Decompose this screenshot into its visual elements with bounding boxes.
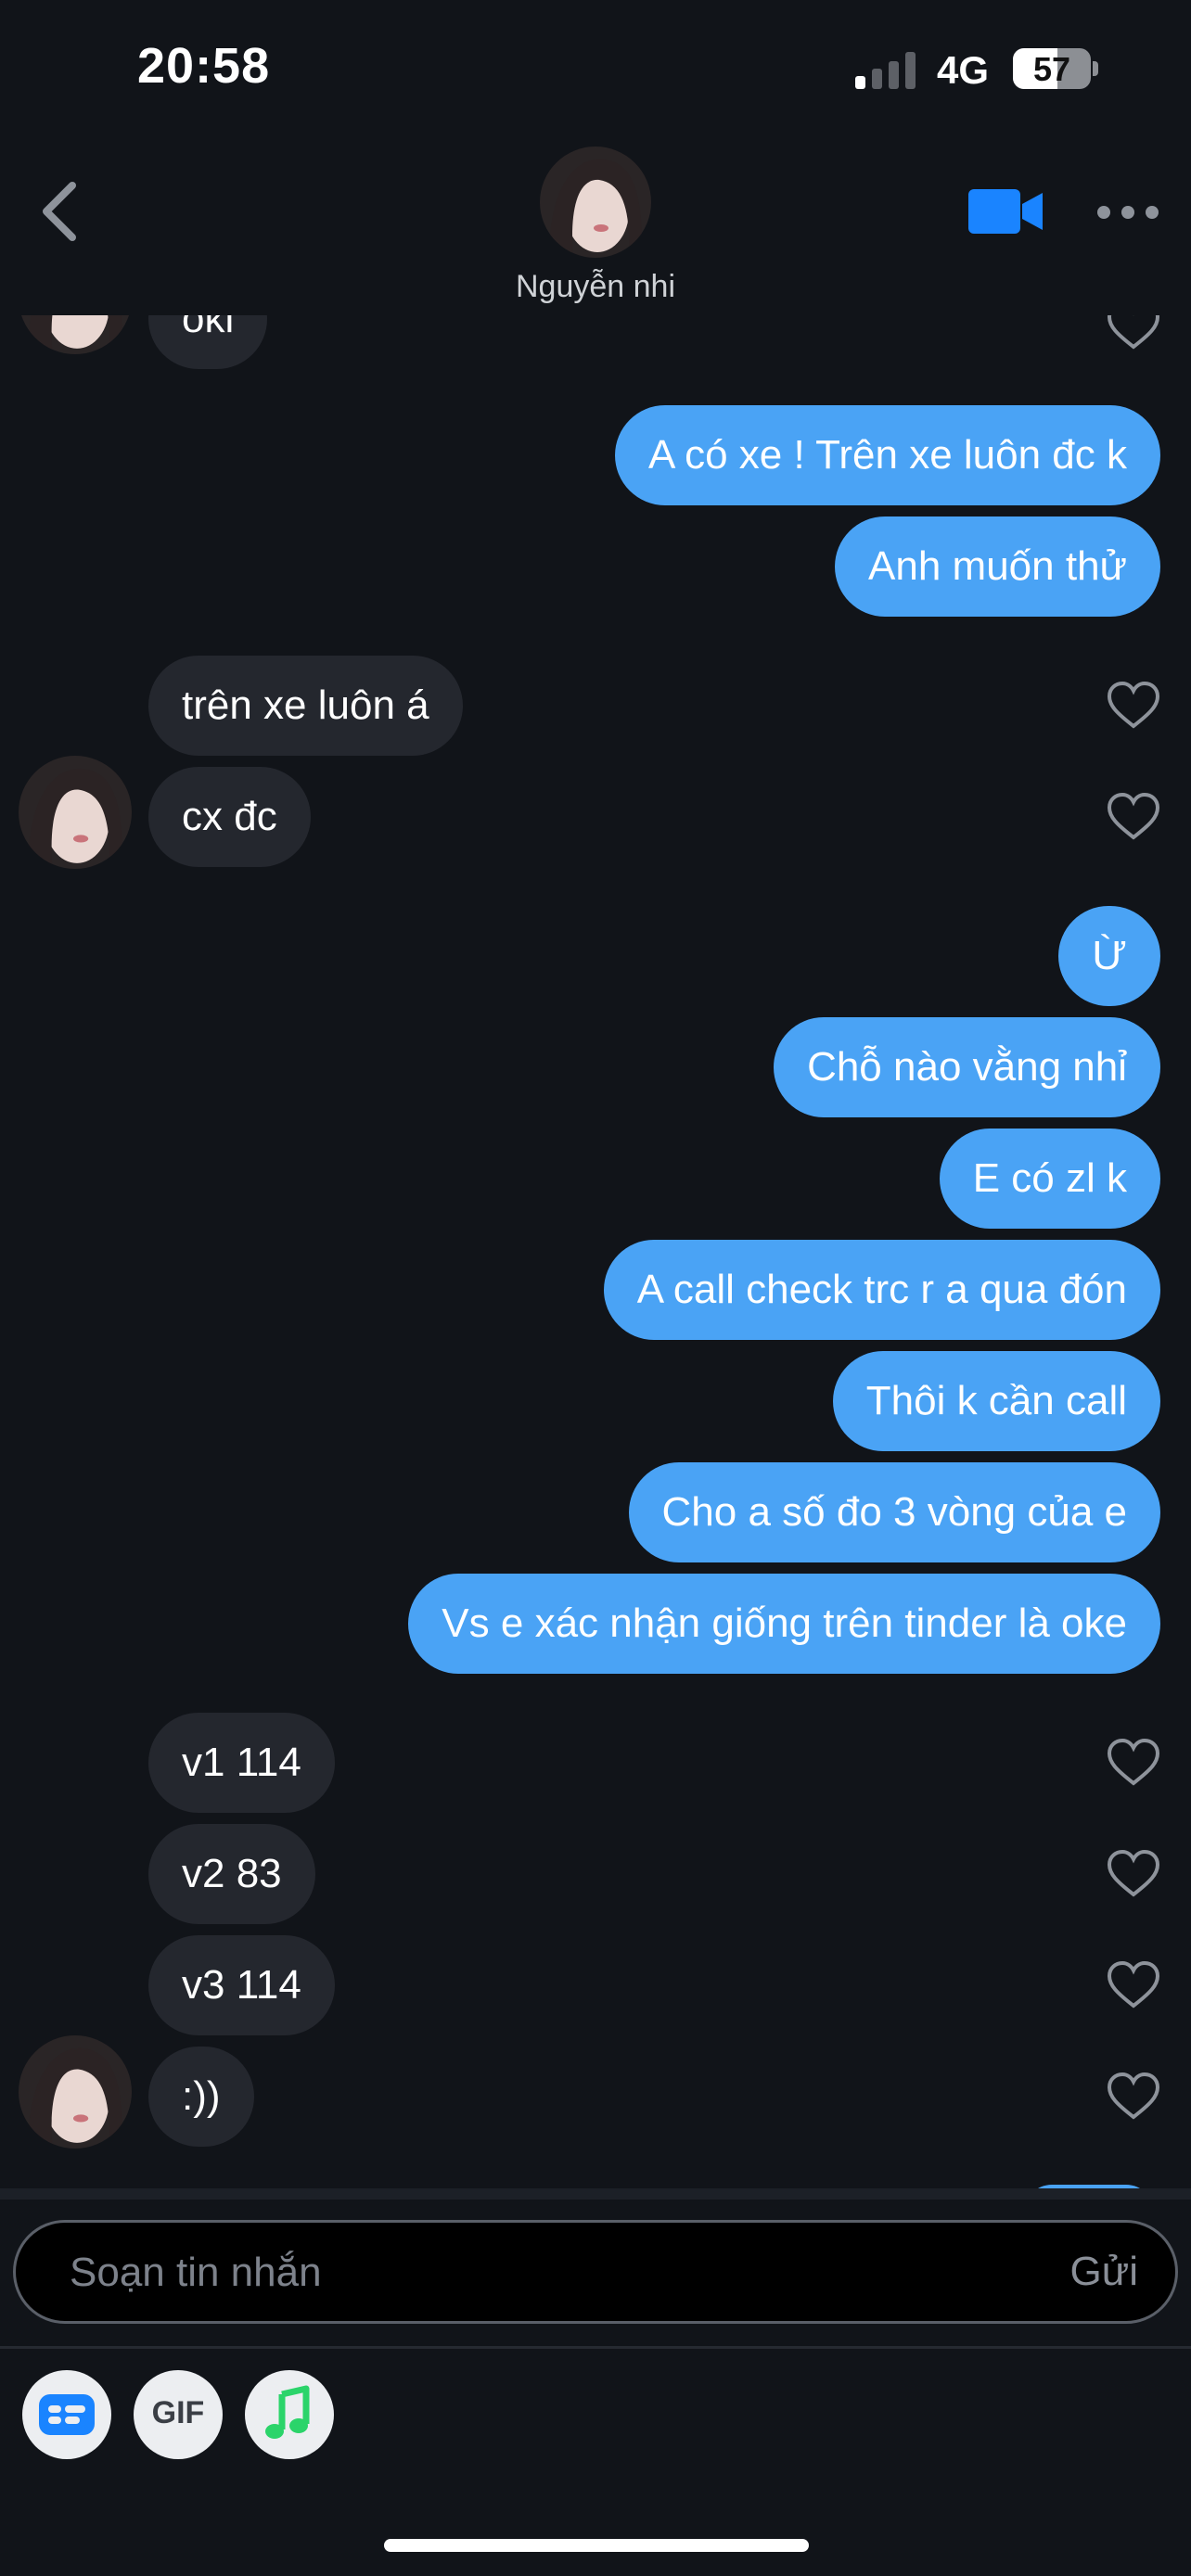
outgoing-message[interactable]: Vs e xác nhận giống trên tinder là oke <box>408 1574 1160 1674</box>
message-input[interactable] <box>68 2223 906 2323</box>
incoming-message[interactable]: :)) <box>148 2047 254 2147</box>
contact-avatar-small[interactable] <box>19 756 132 869</box>
card-icon <box>39 2394 95 2435</box>
incoming-message[interactable]: v3 114 <box>148 1935 335 2035</box>
incoming-message[interactable]: cx đc <box>148 767 311 867</box>
outgoing-message[interactable]: A call check trc r a qua đón <box>603 1240 1160 1340</box>
incoming-message[interactable]: trên xe luôn á <box>148 656 463 756</box>
chat-divider <box>0 2188 1191 2200</box>
outgoing-message[interactable]: Anh muốn thử <box>835 516 1160 617</box>
music-button[interactable] <box>245 2370 334 2459</box>
outgoing-message[interactable]: Ừ <box>1058 906 1160 1006</box>
heart-icon[interactable] <box>1106 1959 1161 2011</box>
heart-icon[interactable] <box>1106 315 1161 352</box>
home-indicator[interactable] <box>384 2539 809 2552</box>
heart-icon[interactable] <box>1106 1848 1161 1900</box>
incoming-message[interactable]: oki <box>148 315 268 369</box>
status-bar: 20:58 4G 57 <box>0 0 1191 139</box>
battery-tip <box>1093 61 1098 76</box>
avatar-image <box>19 2035 132 2149</box>
more-horizontal-icon <box>1097 206 1159 219</box>
sticker-button[interactable] <box>22 2370 111 2459</box>
gif-button[interactable]: GIF <box>134 2370 223 2459</box>
outgoing-message[interactable]: Cho a số đo 3 vòng của e <box>628 1462 1160 1562</box>
heart-icon[interactable] <box>1106 2071 1161 2123</box>
avatar-image <box>19 315 132 354</box>
incoming-message[interactable]: v2 83 <box>148 1824 315 1924</box>
more-options-button[interactable] <box>1095 198 1161 226</box>
video-camera-icon <box>968 189 1043 234</box>
outgoing-message[interactable]: A có xe ! Trên xe luôn đc k <box>614 405 1160 505</box>
toolbar-divider <box>0 2346 1191 2349</box>
heart-icon[interactable] <box>1106 791 1161 843</box>
battery-icon: 57 <box>1013 48 1091 89</box>
status-time: 20:58 <box>137 38 271 94</box>
heart-icon[interactable] <box>1106 680 1161 732</box>
outgoing-message[interactable]: E có zl k <box>939 1129 1160 1229</box>
signal-icon <box>855 52 920 89</box>
heart-icon[interactable] <box>1106 1737 1161 1789</box>
back-button[interactable] <box>33 174 89 249</box>
avatar-image <box>19 756 132 869</box>
outgoing-message[interactable]: Thôi k cần call <box>832 1351 1160 1451</box>
outgoing-message[interactable]: Chỗ nào vằng nhỉ <box>774 1017 1160 1117</box>
video-call-button[interactable] <box>965 185 1048 237</box>
send-button[interactable]: Gửi <box>1070 2223 1138 2321</box>
contact-avatar[interactable] <box>540 147 651 258</box>
contact-name[interactable]: Nguyễn nhi <box>410 269 781 305</box>
chevron-left-icon <box>43 182 76 241</box>
message-list[interactable]: oki A có xe ! Trên xe luôn đc k Anh muốn… <box>0 315 1191 2198</box>
contact-avatar-small[interactable] <box>19 315 132 354</box>
incoming-message[interactable]: v1 114 <box>148 1713 335 1813</box>
network-type: 4G <box>937 48 990 92</box>
contact-avatar-small[interactable] <box>19 2035 132 2149</box>
chat-header: Nguyễn nhi <box>0 139 1191 315</box>
battery-level: 57 <box>1032 50 1071 88</box>
gif-label: GIF <box>151 2395 205 2430</box>
avatar-image <box>540 147 651 258</box>
message-composer: Gửi <box>13 2220 1178 2324</box>
music-note-icon <box>265 2385 310 2439</box>
